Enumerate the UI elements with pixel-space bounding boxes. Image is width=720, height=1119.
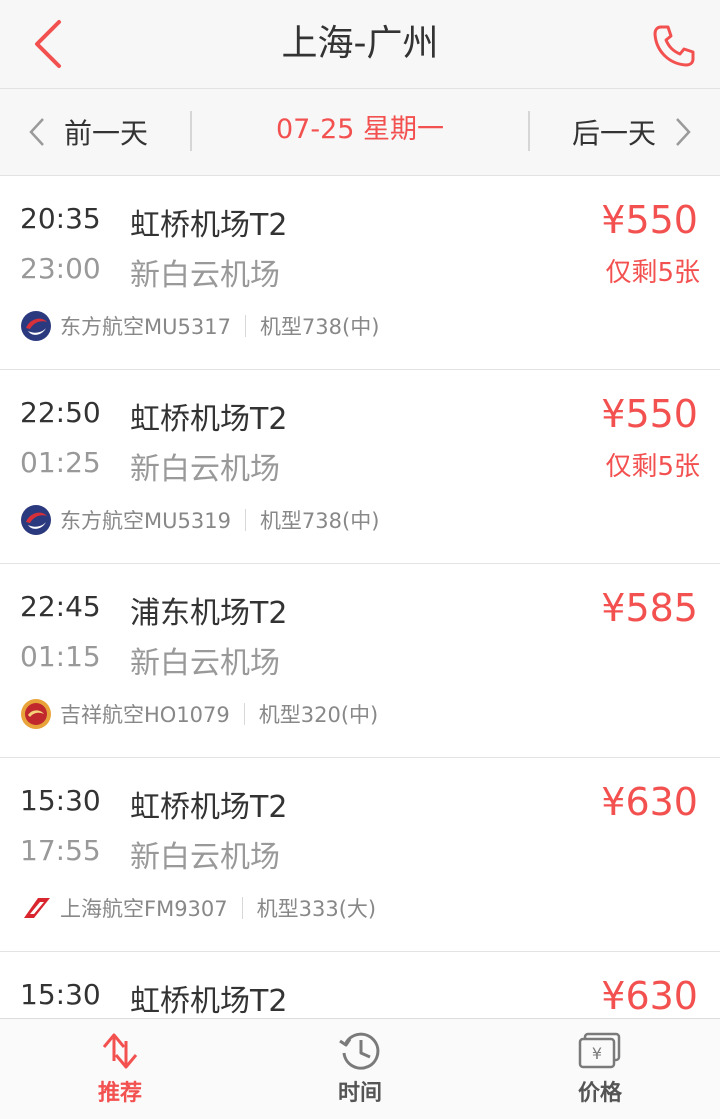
clock-icon [339, 1032, 380, 1070]
divider [244, 509, 246, 531]
divider [244, 315, 246, 337]
departure-time: 15:30 [20, 978, 101, 1011]
tab-label: 推荐 [97, 1081, 142, 1106]
aircraft-type: 机型738(中) [259, 509, 380, 533]
bottom-tab-bar: 推荐 时间 ¥ 价格 [0, 1018, 720, 1119]
airline-info: 东方航空MU5317 机型738(中) [20, 310, 379, 342]
seats-remaining: 仅剩5张 [605, 258, 700, 288]
current-date[interactable]: 07-25 星期一 [192, 89, 528, 175]
flight-price: ¥630 [601, 974, 698, 1018]
departure-time: 22:50 [20, 396, 101, 429]
chevron-right-icon [676, 118, 691, 146]
aircraft-type: 机型320(中) [258, 703, 379, 727]
arrival-airport: 新白云机场 [130, 258, 280, 293]
flight-list: 20:35 虹桥机场T2 23:00 新白云机场 ¥550 仅剩5张 东方航空M… [0, 176, 720, 1018]
arrival-airport: 新白云机场 [130, 646, 280, 681]
flight-price: ¥630 [601, 780, 698, 824]
arrival-time: 01:25 [20, 446, 101, 479]
arrival-airport: 新白云机场 [130, 452, 280, 487]
airline-info: 吉祥航空HO1079 机型320(中) [20, 698, 378, 730]
phone-button[interactable] [646, 18, 702, 74]
flight-row[interactable]: 22:50 虹桥机场T2 01:25 新白云机场 ¥550 仅剩5张 东方航空M… [0, 370, 720, 564]
sort-arrows-icon [102, 1033, 138, 1069]
china-eastern-logo-icon [20, 504, 52, 536]
tab-label: 价格 [577, 1081, 622, 1106]
divider [243, 703, 245, 725]
arrival-time: 01:15 [20, 640, 101, 673]
flight-price: ¥550 [601, 392, 698, 436]
chevron-left-icon [29, 118, 44, 146]
page-title: 上海-广州 [281, 23, 439, 64]
china-eastern-logo-icon [20, 310, 52, 342]
seats-remaining: 仅剩5张 [605, 452, 700, 482]
flight-price: ¥585 [601, 586, 698, 630]
juneyao-logo-icon [20, 698, 52, 730]
prev-day-button[interactable]: 前一天 [28, 89, 188, 175]
flight-price: ¥550 [601, 198, 698, 242]
arrival-time: 17:55 [20, 834, 101, 867]
flight-row[interactable]: 15:30 虹桥机场T2 ¥630 [0, 952, 720, 1018]
prev-day-label: 前一天 [64, 117, 149, 150]
airline-flight-number: 上海航空FM9307 [60, 897, 228, 921]
departure-airport: 虹桥机场T2 [130, 402, 288, 437]
departure-time: 22:45 [20, 590, 101, 623]
arrival-time: 23:00 [20, 252, 101, 285]
airline-info: 上海航空FM9307 机型333(大) [20, 892, 376, 924]
top-bar: 上海-广州 [0, 0, 720, 89]
divider [241, 897, 243, 919]
departure-airport: 虹桥机场T2 [130, 984, 288, 1018]
tab-price[interactable]: ¥ 价格 [480, 1019, 720, 1119]
phone-icon [653, 25, 695, 67]
flight-row[interactable]: 15:30 虹桥机场T2 17:55 新白云机场 ¥630 上海航空FM9307… [0, 758, 720, 952]
arrival-airport: 新白云机场 [130, 840, 280, 875]
aircraft-type: 机型333(大) [256, 897, 377, 921]
departure-airport: 浦东机场T2 [130, 596, 288, 631]
aircraft-type: 机型738(中) [259, 315, 380, 339]
tab-recommend[interactable]: 推荐 [0, 1019, 240, 1119]
divider [528, 111, 530, 151]
departure-airport: 虹桥机场T2 [130, 208, 288, 243]
airline-flight-number: 吉祥航空HO1079 [60, 703, 230, 727]
airline-flight-number: 东方航空MU5319 [60, 509, 231, 533]
flight-row[interactable]: 20:35 虹桥机场T2 23:00 新白云机场 ¥550 仅剩5张 东方航空M… [0, 176, 720, 370]
shanghai-airlines-logo-icon [20, 892, 52, 924]
tab-label: 时间 [337, 1081, 382, 1106]
airline-info: 东方航空MU5319 机型738(中) [20, 504, 379, 536]
next-day-label: 后一天 [571, 117, 656, 150]
airline-flight-number: 东方航空MU5317 [60, 315, 231, 339]
departure-airport: 虹桥机场T2 [130, 790, 288, 825]
date-bar: 前一天 07-25 星期一 后一天 [0, 89, 720, 176]
flight-row[interactable]: 22:45 浦东机场T2 01:15 新白云机场 ¥585 吉祥航空HO1079… [0, 564, 720, 758]
tab-time[interactable]: 时间 [240, 1019, 480, 1119]
svg-text:¥: ¥ [592, 1044, 602, 1063]
departure-time: 20:35 [20, 202, 101, 235]
next-day-button[interactable]: 后一天 [532, 89, 692, 175]
price-ticket-icon: ¥ [578, 1032, 621, 1069]
departure-time: 15:30 [20, 784, 101, 817]
